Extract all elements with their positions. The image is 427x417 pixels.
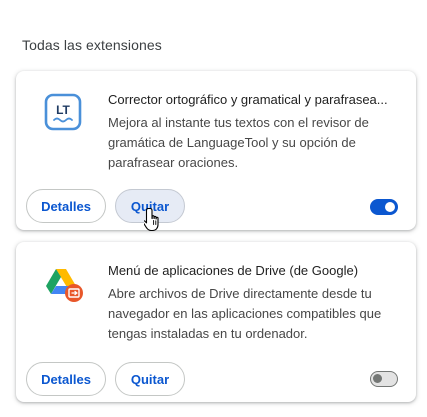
remove-button[interactable]: Quitar	[115, 189, 185, 223]
extension-name: Corrector ortográfico y gramatical y par…	[108, 92, 388, 107]
remove-button[interactable]: Quitar	[115, 362, 185, 396]
google-drive-apps-icon	[44, 264, 83, 302]
extensions-page: Todas las extensiones LT Corrector ortog…	[0, 0, 427, 417]
section-title: Todas las extensiones	[22, 37, 162, 53]
details-button[interactable]: Detalles	[26, 189, 106, 223]
toggle-knob	[385, 202, 395, 212]
toggle-knob	[373, 374, 382, 383]
svg-text:LT: LT	[56, 103, 70, 117]
extension-description: Mejora al instante tus textos con el rev…	[108, 115, 369, 170]
extension-enable-toggle[interactable]	[370, 371, 398, 387]
extension-description: Abre archivos de Drive directamente desd…	[108, 286, 382, 341]
extension-name: Menú de aplicaciones de Drive (de Google…	[108, 263, 359, 278]
details-button[interactable]: Detalles	[26, 362, 106, 396]
extension-card-languagetool: LT Corrector ortográfico y gramatical y …	[16, 71, 416, 230]
extension-card-drive-apps: Menú de aplicaciones de Drive (de Google…	[16, 242, 416, 402]
languagetool-icon: LT	[44, 93, 82, 131]
extension-enable-toggle[interactable]	[370, 199, 398, 215]
